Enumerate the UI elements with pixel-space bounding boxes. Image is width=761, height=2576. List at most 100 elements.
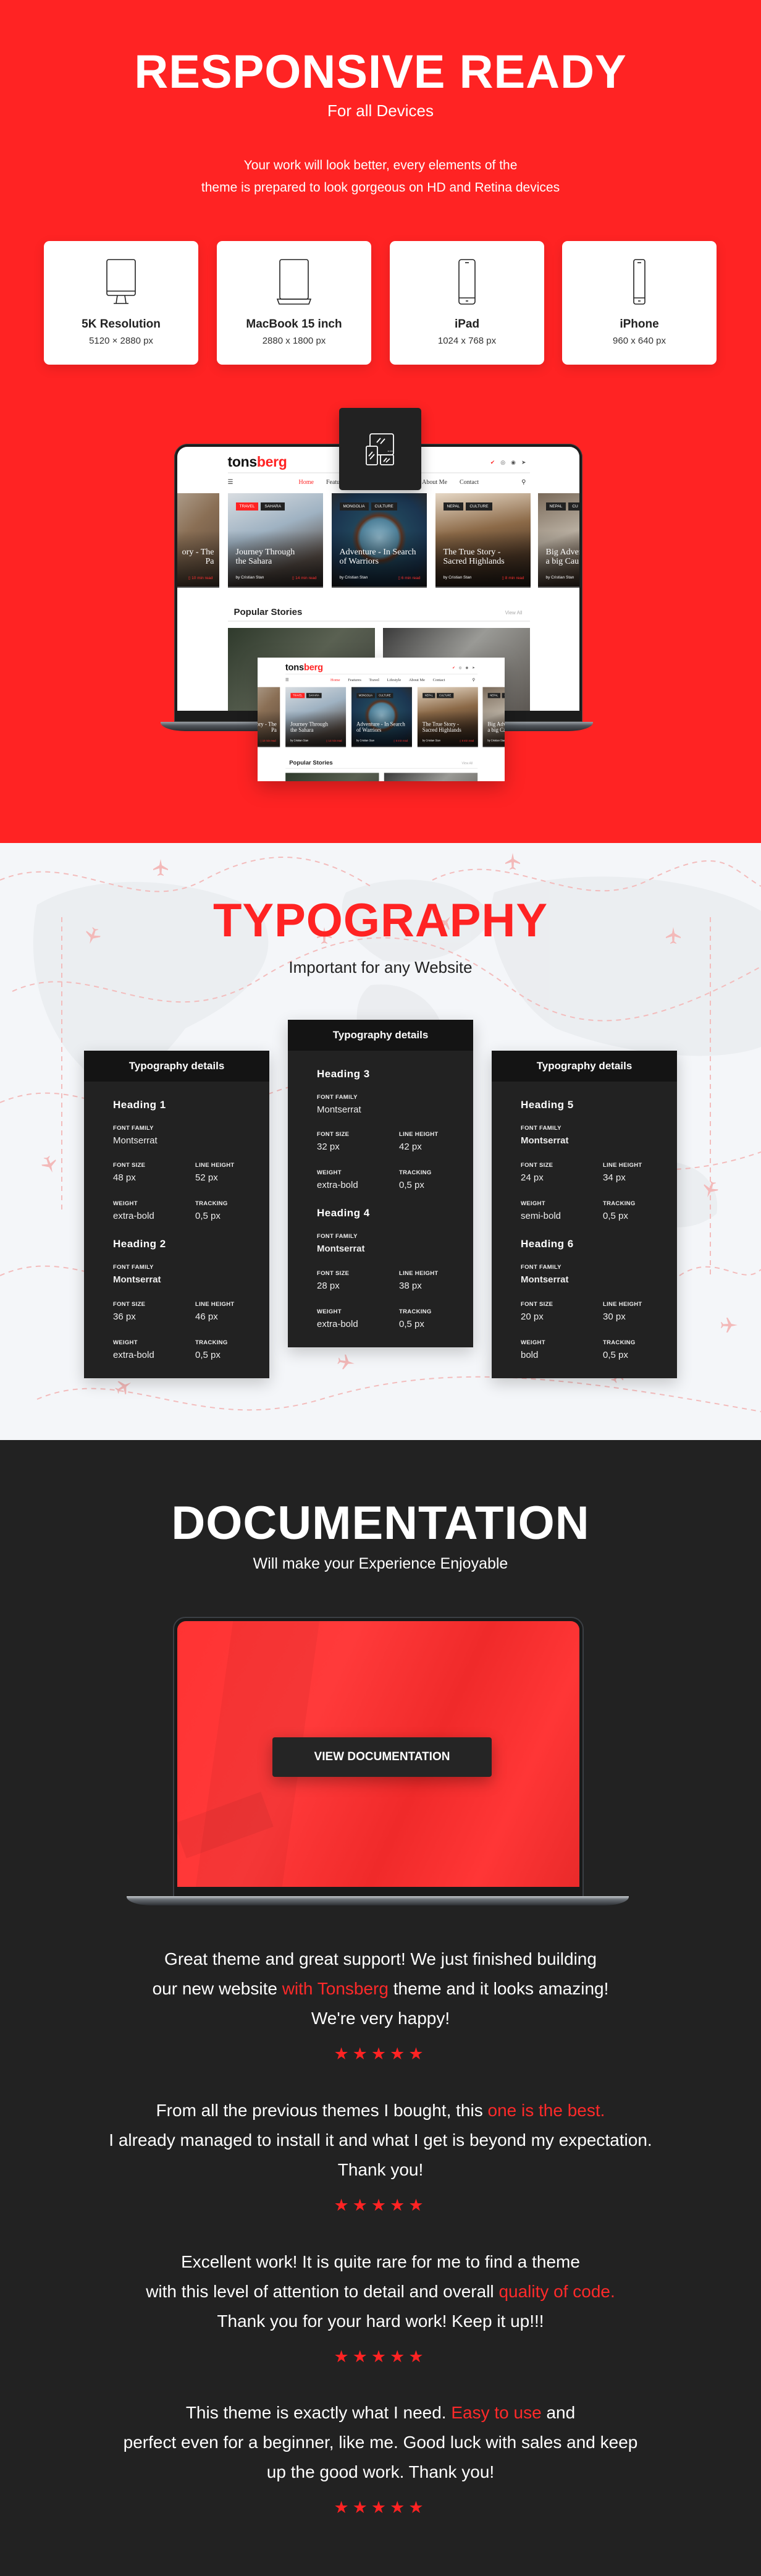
twitter-icon[interactable]: ✔ [452, 666, 455, 670]
popular-story-image[interactable] [384, 773, 477, 781]
popular-story-image[interactable] [285, 773, 379, 781]
field-value: 24 px [521, 1172, 544, 1183]
field-value: 42 px [399, 1142, 422, 1152]
testimonial-text: with this level of attention to detail a… [146, 2282, 499, 2301]
site-logo[interactable]: tonsberg [285, 662, 323, 672]
instagram-icon[interactable]: ◎ [459, 666, 462, 670]
post-title[interactable]: Big Adver a big Cau [487, 722, 505, 734]
nav-item[interactable]: About Me [422, 479, 447, 486]
view-all-link[interactable]: View All [505, 610, 523, 616]
post-card[interactable]: MONGOLIA CULTURE Adventure - In Search of … [331, 493, 427, 588]
field-family: FONT FAMILY Montserrat [113, 1125, 193, 1146]
post-tag[interactable]: SAHARA [306, 693, 322, 698]
post-title[interactable]: The True Story - Sacred Highlands [444, 548, 526, 566]
testimonial-line: From all the previous themes I bought, t… [0, 2096, 761, 2125]
post-tag[interactable]: CULTURE [466, 502, 492, 511]
post-card[interactable]: NEPAL CULTURE The True Story - Sacred High… [417, 687, 478, 748]
post-tag[interactable]: MONGOLIA [339, 502, 369, 511]
logo-part-accent: berg [303, 661, 323, 672]
documentation-title: DOCUMENTATION [171, 1497, 590, 1549]
read-time: ▯ 10 min read [188, 575, 213, 580]
post-card[interactable]: NEPALCU Big Adver a big Cau by Cristian St… [537, 493, 580, 588]
responsive-description-line: Your work will look better, every elemen… [243, 158, 518, 172]
telegram-icon[interactable]: ➤ [472, 666, 475, 670]
post-tag[interactable]: NEPAL [487, 693, 501, 698]
nav-item[interactable]: Lifestyle [387, 678, 402, 682]
field-tracking: TRACKING 0,5 px [195, 1339, 275, 1360]
testimonial-text: We're very happy! [311, 2009, 450, 2028]
post-tag[interactable]: CULTURE [371, 502, 397, 511]
post-title[interactable]: Big Adver a big Cau [546, 548, 580, 566]
field-value: 0,5 px [603, 1350, 628, 1360]
hamburger-icon[interactable]: ☰ [228, 479, 233, 486]
post-tag[interactable]: TRAVEL [290, 693, 305, 698]
testimonial-line: our new website with Tonsberg theme and … [0, 1974, 761, 2004]
nav-item[interactable]: Features [348, 678, 361, 682]
post-title[interactable]: ory - The Pa [258, 722, 277, 734]
read-time: ▯ 6 min read [393, 739, 408, 742]
responsive-title: RESPONSIVE READY [134, 46, 627, 98]
post-tag[interactable]: NEPAL [422, 693, 435, 698]
post-title[interactable]: Journey Through the Sahara [290, 722, 343, 734]
nav-item[interactable]: About Me [409, 678, 425, 682]
post-title[interactable]: Adventure - In Search of Warriors [340, 548, 422, 566]
post-card[interactable]: NEPALCU Big Adver a big Cau by Cristian St… [482, 687, 505, 748]
dribbble-icon[interactable]: ◉ [511, 459, 516, 466]
post-tag[interactable]: NEPAL [545, 502, 566, 511]
nav-item[interactable]: Travel [369, 678, 379, 682]
site-logo[interactable]: tonsberg [228, 454, 287, 470]
responsive-devices-icon [366, 433, 394, 465]
nav-item[interactable]: Contact [460, 479, 479, 486]
field-label: WEIGHT [317, 1169, 342, 1176]
post-card[interactable]: ory - The Pa ▯ 10 min read [177, 493, 219, 588]
nav-item[interactable]: Contact [433, 678, 445, 682]
field-family: FONT FAMILY Montserrat [113, 1264, 193, 1285]
field-tracking: TRACKING 0,5 px [603, 1200, 683, 1221]
dribbble-icon[interactable]: ◉ [466, 666, 469, 670]
nav-item[interactable]: Home [299, 479, 314, 486]
post-tag[interactable]: SAHARA [261, 502, 285, 511]
post-card[interactable]: ory - The Pa ▯ 10 min read [258, 687, 280, 748]
post-tag[interactable]: CU [568, 502, 579, 511]
post-author: by Cristian Stan [422, 739, 440, 742]
logo-part-accent: berg [256, 454, 287, 470]
post-card[interactable]: MONGOLIA CULTURE Adventure - In Search of … [351, 687, 412, 748]
field-weight: WEIGHT bold [521, 1339, 601, 1360]
twitter-icon[interactable]: ✔ [490, 459, 495, 466]
post-tag[interactable]: CU [502, 693, 505, 698]
documentation-subtitle: Will make your Experience Enjoyable [253, 1555, 508, 1572]
post-tag[interactable]: MONGOLIA [356, 693, 375, 698]
post-card[interactable]: TRAVEL SAHARA Journey Through the Sahara by… [227, 493, 323, 588]
field-label: FONT FAMILY [521, 1125, 561, 1132]
field-label: TRACKING [603, 1339, 636, 1346]
nav-item[interactable]: Home [330, 678, 340, 682]
read-time-text: 8 min read [461, 739, 474, 743]
post-title[interactable]: Adventure - In Search of Warriors [356, 722, 409, 734]
field-tracking: TRACKING 0,5 px [603, 1339, 683, 1360]
post-card[interactable]: NEPAL CULTURE The True Story - Sacred High… [435, 493, 531, 588]
post-title[interactable]: The True Story - Sacred Highlands [423, 722, 475, 734]
post-tag[interactable]: CULTURE [376, 693, 393, 698]
main-nav: ☰ Home Features Travel Lifestyle About Me Cont… [285, 678, 477, 684]
testimonial-line: This theme is exactly what I need. Easy … [0, 2398, 761, 2428]
search-icon[interactable]: ⚲ [472, 678, 475, 682]
instagram-icon[interactable]: ◎ [500, 459, 505, 466]
post-title[interactable]: ory - The Pa [177, 548, 214, 566]
search-icon[interactable]: ⚲ [521, 479, 526, 486]
view-documentation-button[interactable]: VIEW DOCUMENTATION [272, 1737, 492, 1777]
post-tag[interactable]: CULTURE [437, 693, 454, 698]
hamburger-icon[interactable]: ☰ [285, 678, 289, 682]
post-title[interactable]: Journey Through the Sahara [236, 548, 318, 566]
testimonial-highlight: quality of code. [498, 2282, 615, 2301]
view-all-link[interactable]: View All [461, 761, 473, 765]
field-size: FONT SIZE 28 px [317, 1270, 397, 1291]
post-card[interactable]: TRAVEL SAHARA Journey Through the Sahara by… [285, 687, 346, 748]
telegram-icon[interactable]: ➤ [521, 459, 526, 466]
device-name: iPhone [620, 318, 659, 331]
responsive-subtitle: For all Devices [327, 101, 434, 120]
device-card-5k: 5K Resolution 5120 × 2880 px [44, 241, 198, 365]
documentation-section: DOCUMENTATION Will make your Experience … [0, 1440, 761, 2576]
device-card-iphone: iPhone 960 x 640 px [562, 241, 717, 365]
post-tag[interactable]: NEPAL [443, 502, 464, 511]
post-tag[interactable]: TRAVEL [235, 502, 259, 511]
